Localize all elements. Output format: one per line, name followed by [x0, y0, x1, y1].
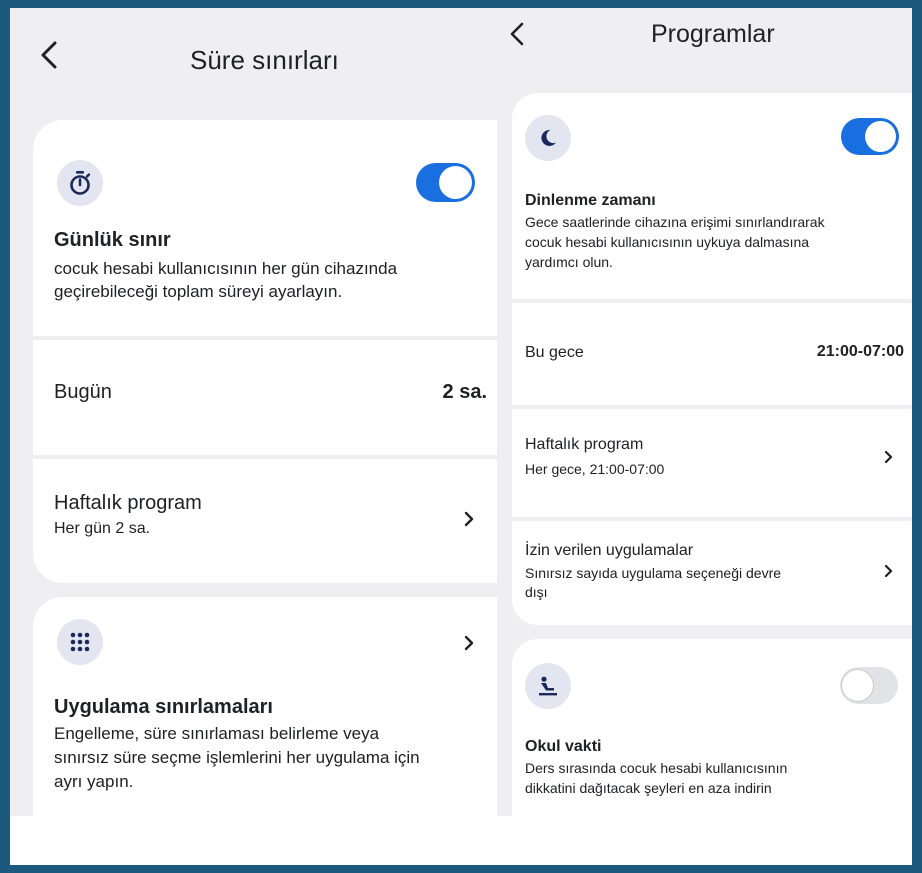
school-time-title: Okul vakti	[525, 738, 602, 755]
schedules-screen: Programlar Dinlenme zamanı Gece saatleri…	[497, 8, 912, 816]
left-header: Süre sınırları	[10, 8, 497, 88]
daily-limit-desc-line2: geçirebileceği toplam süreyi ayarlayın.	[54, 282, 343, 301]
back-icon[interactable]	[509, 21, 525, 47]
toggle-knob	[439, 166, 472, 199]
tonight-value: 21:00-07:00	[816, 343, 904, 360]
app-limits-desc-line3: ayrı yapın.	[54, 772, 134, 791]
school-time-desc-line1: Ders sırasında cocuk hesabi kullanıcısın…	[525, 760, 788, 776]
downtime-desc-line2: cocuk hesabi kullanıcısının uykuya dalma…	[525, 234, 810, 250]
downtime-toggle[interactable]	[841, 118, 899, 155]
toggle-knob	[865, 121, 896, 152]
chevron-right-icon	[884, 450, 893, 464]
tonight-row[interactable]: Bu gece 21:00-07:00	[512, 303, 912, 405]
timer-icon-badge	[57, 160, 103, 206]
allowed-apps-sub-line2: dışı	[525, 584, 548, 600]
school-time-card: Okul vakti Ders sırasında cocuk hesabi k…	[512, 639, 912, 816]
today-label: Bugün	[54, 381, 112, 403]
school-icon-badge	[525, 663, 571, 709]
allowed-apps-row[interactable]: İzin verilen uygulamalar Sınırsız sayıda…	[512, 521, 912, 625]
app-limits-desc-line2: sınırsız süre seçme işlemlerini her uygu…	[54, 748, 420, 767]
app-limits-title: Uygulama sınırlamaları	[54, 696, 273, 718]
weekly-schedule-row[interactable]: Haftalık program Her gece, 21:00-07:00	[512, 409, 912, 517]
right-header: Programlar	[497, 8, 912, 88]
app-limits-desc-line1: Engelleme, süre sınırlaması belirleme ve…	[54, 724, 380, 743]
screenshot-frame: Süre sınırları Günlük sınır cocuk hesabi…	[10, 8, 912, 865]
daily-limit-card: Günlük sınır cocuk hesabi kullanıcısının…	[33, 120, 497, 583]
apps-icon-badge	[57, 619, 103, 665]
downtime-desc-line3: yardımcı olun.	[525, 254, 613, 270]
school-time-toggle[interactable]	[840, 667, 898, 704]
allowed-apps-label: İzin verilen uygulamalar	[525, 542, 694, 559]
tonight-label: Bu gece	[525, 344, 584, 361]
daily-limit-toggle[interactable]	[416, 163, 475, 202]
downtime-desc-line1: Gece saatlerinde cihazına erişimi sınırl…	[525, 214, 825, 230]
chevron-right-icon	[464, 635, 474, 651]
time-limits-screen: Süre sınırları Günlük sınır cocuk hesabi…	[10, 8, 497, 816]
weekly-schedule-sub: Her gün 2 sa.	[54, 520, 151, 537]
student-desk-icon	[539, 676, 557, 696]
back-icon[interactable]	[40, 40, 58, 70]
app-limits-card[interactable]: Uygulama sınırlamaları Engelleme, süre s…	[33, 597, 497, 816]
school-time-desc-line2: dikkatini dağıtacak şeyleri en aza indir…	[525, 780, 772, 796]
moon-icon	[541, 129, 556, 146]
weekly-schedule-label: Haftalık program	[525, 436, 644, 453]
daily-limit-title: Günlük sınır	[54, 229, 171, 251]
app-grid-icon	[70, 632, 90, 652]
chevron-right-icon	[464, 511, 474, 527]
downtime-title: Dinlenme zamanı	[525, 192, 656, 209]
stopwatch-icon	[70, 171, 91, 195]
page-title: Süre sınırları	[190, 45, 339, 75]
weekly-schedule-label: Haftalık program	[54, 492, 202, 514]
downtime-card: Dinlenme zamanı Gece saatlerinde cihazın…	[512, 93, 912, 625]
today-value: 2 sa.	[442, 381, 487, 403]
weekly-schedule-row[interactable]: Haftalık program Her gün 2 sa.	[33, 459, 497, 583]
today-row[interactable]: Bugün 2 sa.	[33, 340, 497, 455]
daily-limit-desc-line1: cocuk hesabi kullanıcısının her gün ciha…	[54, 259, 398, 278]
weekly-schedule-sub: Her gece, 21:00-07:00	[525, 461, 665, 477]
allowed-apps-sub-line1: Sınırsız sayıda uygulama seçeneği devre	[525, 565, 782, 581]
page-title: Programlar	[651, 20, 775, 48]
chevron-right-icon	[884, 564, 893, 578]
moon-icon-badge	[525, 115, 571, 161]
toggle-knob	[842, 670, 873, 701]
